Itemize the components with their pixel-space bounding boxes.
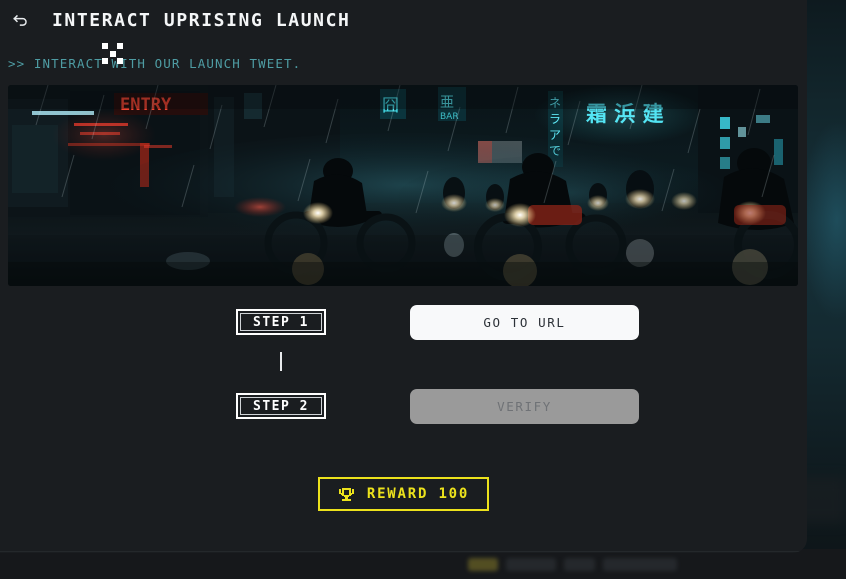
step-connector-line [280,352,282,371]
background-chip-yellow [468,558,498,571]
panel-bottom-divider [0,551,807,552]
quest-banner-image: ENTRY 囧 亜 BAR ネ ラ ア 霜 浜 建 [8,85,798,286]
step-badge-1: STEP 1 [236,309,326,335]
step-row-1: STEP 1 GO TO URL [0,300,807,344]
modal-header: INTERACT UPRISING LAUNCH [0,0,807,40]
subtitle-text: INTERACT WITH OUR LAUNCH TWEET. [33,56,302,71]
quest-modal-panel: INTERACT UPRISING LAUNCH >> INTERACT WIT… [0,0,807,553]
step-row-2: STEP 2 VERIFY [0,384,807,428]
step-badge-1-label: STEP 1 [238,311,324,333]
app-root: INTERACT UPRISING LAUNCH >> INTERACT WIT… [0,0,846,579]
background-chip-3 [603,558,677,571]
back-arrow-icon[interactable] [10,9,32,31]
quest-steps: STEP 1 GO TO URL STEP 2 VERIFY [0,300,807,428]
background-chip-1 [506,558,556,571]
reward-section: REWARD 100 [0,477,807,511]
page-title: INTERACT UPRISING LAUNCH [52,9,351,31]
reward-badge: REWARD 100 [317,477,490,511]
trophy-icon [338,487,354,501]
subtitle-prefix: >> [8,56,26,71]
verify-button[interactable]: VERIFY [410,388,639,424]
step-badge-2-label: STEP 2 [238,395,324,417]
reward-label: REWARD 100 [366,486,470,502]
step-connector-row [0,344,807,384]
background-chip-2 [564,558,595,571]
background-blurred-chip-row [0,549,846,579]
step-badge-2: STEP 2 [236,393,326,419]
quest-subtitle: >> INTERACT WITH OUR LAUNCH TWEET. [8,56,301,71]
go-to-url-button[interactable]: GO TO URL [410,304,639,340]
